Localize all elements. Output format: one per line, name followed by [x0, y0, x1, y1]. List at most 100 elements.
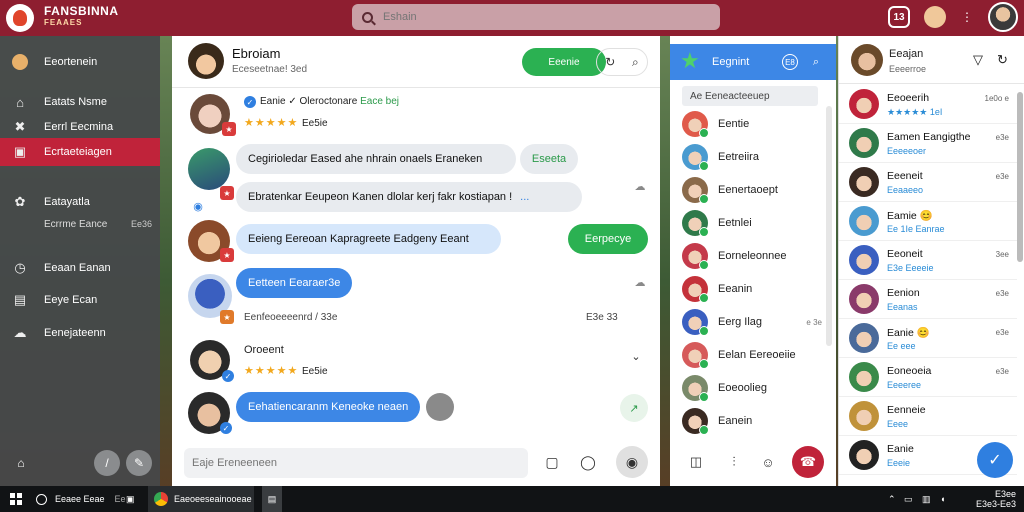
sync-icon[interactable]: ↻ [997, 52, 1008, 68]
reply-bubble[interactable]: Eerpecye [568, 224, 648, 254]
chat-list-row[interactable]: Eanie 😊 Ee eee e3e [839, 320, 1017, 358]
search-icon[interactable]: ⌕ [632, 55, 639, 70]
task-view-icon[interactable]: ▣ [126, 486, 135, 512]
chat-bubble-icon[interactable]: ◯ [574, 448, 602, 476]
app-logo-icon[interactable] [6, 4, 34, 32]
chat-list-avatar [849, 323, 879, 353]
message-time: Ee5ie [302, 366, 328, 377]
camera-icon[interactable]: ◫ [682, 448, 710, 476]
left-sidebar: Eeortenein ⌂ Eatats Nsme ✖ Eerrl Eecmina… [0, 36, 160, 486]
image-icon[interactable]: ▢ [538, 448, 566, 476]
message-input[interactable] [192, 457, 512, 469]
taskbar-app-icon[interactable]: ▤ [262, 486, 282, 512]
chat-list-row[interactable]: Eenion Eeanas e3e [839, 281, 1017, 319]
contact-row[interactable]: Eenertaoept [682, 176, 832, 204]
chat-list-avatar [849, 440, 879, 470]
contact-row[interactable]: Eoeoolieg [682, 374, 832, 402]
sidebar-subitem[interactable]: Ecrrme Eance [44, 219, 107, 230]
tray-volume-icon[interactable]: ◖ [940, 486, 945, 512]
contact-row[interactable]: Eerg Ilag e 3e [682, 308, 832, 336]
tray-clock[interactable]: E3ee E3e3-Ee3 [976, 489, 1016, 509]
message-bubble[interactable]: Ebratenkar Eeupeon Kanen dlolar kerj fak… [236, 182, 582, 212]
chat-list-row[interactable]: Eenneie Eeee [839, 398, 1017, 436]
chat-list-row[interactable]: Eeeneit Eeaaeeo e3e [839, 164, 1017, 202]
chat-list-row[interactable]: Eamen Eangigthe Eeeeeoer e3e [839, 125, 1017, 163]
message-avatar[interactable] [188, 148, 230, 190]
chat-list-avatar[interactable] [851, 44, 883, 76]
more-dots-icon[interactable]: ⋮ [956, 6, 978, 28]
chat-list-name: Eenneie [887, 404, 926, 416]
sidebar-item-label: Eeortenein [44, 56, 98, 68]
cloud-icon[interactable]: ☁ [632, 178, 648, 194]
contact-row[interactable]: Eanein [682, 407, 832, 435]
record-icon[interactable]: ◉ [616, 446, 648, 478]
sidebar-item-cloud[interactable]: ☁ Eenejateenn [0, 319, 160, 347]
contact-avatar [682, 408, 709, 435]
chat-list-row[interactable]: Eoneoeia Eeeeree e3e [839, 359, 1017, 397]
scrollbar[interactable] [1017, 92, 1023, 262]
chat-avatar[interactable] [188, 43, 224, 79]
taskbar-search[interactable]: Eeaee Eeae Ee [36, 486, 126, 512]
contact-time: e 3e [806, 317, 822, 327]
image-icon: ▤ [13, 292, 27, 307]
tray-network-icon[interactable]: ▥ [922, 486, 931, 512]
taskbar-active-app[interactable]: Eaeoeeseainooeae [148, 486, 254, 512]
sidebar-item-settings[interactable]: ✿ Eatayatla [0, 188, 160, 216]
sidebar-item-home[interactable]: ⌂ Eatats Nsme [0, 88, 160, 116]
pen-icon[interactable]: / [94, 450, 120, 476]
user-avatar-small[interactable] [924, 6, 946, 28]
message-bubble[interactable]: Cegirioledar Eased ahe nhrain onaels Era… [236, 144, 516, 174]
contact-row[interactable]: Eorneleonnee [682, 242, 832, 270]
search-icon[interactable]: ⌕ [808, 54, 824, 70]
attachment-thumb[interactable] [426, 393, 454, 421]
contact-row[interactable]: Eelan Eereoeiie [682, 341, 832, 369]
sidebar-item-tools[interactable]: ✖ Eerrl Eecmina [0, 113, 160, 141]
emoji-icon[interactable]: ☺ [754, 448, 782, 476]
chat-list-preview: Eeeie [887, 458, 911, 468]
edit-icon[interactable]: ✎ [126, 450, 152, 476]
chat-action-button[interactable]: Eeenie [522, 48, 606, 76]
notification-count-icon[interactable]: 13 [888, 6, 910, 28]
contact-row[interactable]: Eetreiira [682, 143, 832, 171]
sidebar-item-gallery[interactable]: ▤ Eeye Ecan [0, 286, 160, 314]
contact-row[interactable]: Eetnlei [682, 209, 832, 237]
chevron-down-icon[interactable]: ⌄ [628, 348, 644, 364]
sidebar-item-inbox[interactable]: ▣ Ecrtaeteiagen [0, 138, 160, 166]
call-icon[interactable]: ☎ [792, 446, 824, 478]
taskbar-search-label: Eeaee Eeae [55, 494, 105, 504]
filter-icon[interactable]: ▽ [973, 52, 983, 68]
contacts-count[interactable]: E8 [782, 54, 798, 70]
contacts-filter[interactable]: Ae Eeneacteeuep [682, 86, 818, 106]
emoji-icon[interactable]: ◉ [190, 198, 206, 214]
message-bubble[interactable]: Eeieng Eereoan Kapragreete Eadgeny Eeant [236, 224, 501, 254]
message-composer[interactable] [184, 448, 528, 478]
tray-chevron-icon[interactable]: ⌃ [888, 486, 896, 512]
message-bubble[interactable]: Eetteen Eearaer3e [236, 268, 352, 298]
home-small-icon[interactable]: ⌂ [8, 450, 34, 476]
browser-icon [154, 492, 168, 506]
contact-row[interactable]: Eeanin [682, 275, 832, 303]
profile-avatar[interactable] [988, 2, 1018, 32]
contact-row[interactable]: Eentie [682, 110, 832, 138]
compose-fab-button[interactable]: ✓ [977, 442, 1013, 478]
badge-icon: ★ [222, 122, 236, 136]
signal-icon[interactable]: ⫶ [720, 448, 748, 476]
cloud-icon[interactable]: ☁ [632, 274, 648, 290]
chat-list-row[interactable]: Eamie 😊 Ee 1Ie Eanrae [839, 203, 1017, 241]
sidebar-item-history[interactable]: ◷ Eeaan Eanan [0, 254, 160, 282]
chat-list-row[interactable]: Eeoeerih ★★★★★ 1eI 1e0o e [839, 86, 1017, 124]
global-search[interactable] [352, 4, 720, 30]
sync-icon[interactable]: ↻ [605, 55, 615, 69]
windows-start-icon[interactable] [10, 493, 22, 505]
send-arrow-icon[interactable]: ↗ [620, 394, 648, 422]
search-input[interactable] [383, 11, 683, 23]
scrollbar[interactable] [826, 106, 832, 346]
tray-monitor-icon[interactable]: ▭ [904, 486, 913, 512]
sidebar-item-profile[interactable]: Eeortenein [0, 48, 160, 76]
message-side-label[interactable]: Eseeta [520, 144, 578, 174]
chat-list-avatar [849, 167, 879, 197]
verified-icon: ✓ [222, 370, 234, 382]
message-bubble[interactable]: Eehatiencaranm Keneoke neaen [236, 392, 420, 422]
chat-list-name: Eamen Eangigthe [887, 131, 971, 143]
chat-list-row[interactable]: Eeoneit E3e Eeeeie 3ee [839, 242, 1017, 280]
